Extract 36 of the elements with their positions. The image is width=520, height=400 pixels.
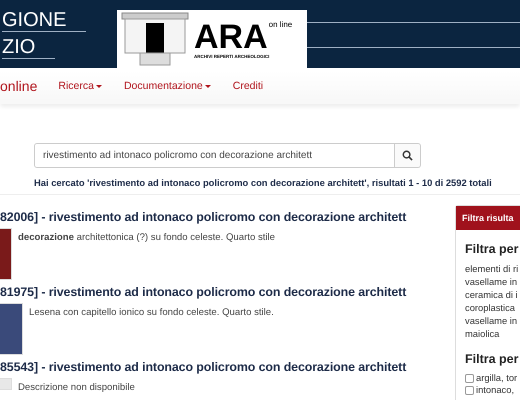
filter-link[interactable]: ceramica di i [465, 288, 518, 301]
result-description: Descrizione non disponibile [18, 382, 135, 393]
filter-link[interactable]: vasellame in [465, 314, 518, 327]
filter-heading: Filtra per [465, 352, 518, 366]
filter-option-label: intonaco, [476, 384, 514, 396]
filter-link[interactable]: elementi di ri [465, 262, 518, 275]
filter-link[interactable]: coroplastica [465, 301, 518, 314]
region-name: ZIO [2, 36, 56, 59]
logo-tagline: on line [268, 20, 292, 28]
filter-panel-title: Filtra risulta [456, 206, 520, 230]
filter-link[interactable]: vasellame in [465, 275, 518, 288]
filter-heading: Filtra per [465, 242, 518, 256]
caret-icon [204, 84, 211, 88]
filter-checkbox[interactable] [465, 386, 474, 394]
caret-icon [96, 84, 102, 88]
photo-placeholder[interactable] [0, 303, 23, 355]
search-field[interactable]: rivestimento ad intonaco policromo con decorazione architett [34, 143, 395, 168]
region-name: GIONE [2, 9, 86, 32]
search-icon [402, 150, 413, 161]
search-button[interactable] [395, 143, 421, 168]
logo-title: ARA [194, 20, 268, 54]
result-title-link[interactable]: 82006] - rivestimento ad intonaco policromo con decorazione architett [0, 209, 406, 225]
nav-link[interactable]: Documentazione [124, 80, 211, 92]
nav-link[interactable]: Crediti [232, 80, 264, 92]
result-title-link[interactable]: 81975] - rivestimento ad intonaco policromo con decorazione architett [0, 284, 406, 300]
search-summary: Hai cercato 'rivestimento ad intonaco policromo con decorazione architett', risultati 1 - 10 di 2592 totali [34, 177, 493, 188]
filter-option-label: argilla, tor [476, 372, 518, 384]
filter-link[interactable]: maiolica [465, 327, 518, 340]
brand-link[interactable]: online [0, 78, 38, 94]
result-description: Lesena con capitello ionico su fondo celeste. Quarto stile. [29, 307, 274, 318]
filter-checkbox[interactable] [465, 374, 474, 382]
result-title-link[interactable]: 85543] - rivestimento ad intonaco policromo con decorazione architett [0, 359, 406, 375]
photo-placeholder[interactable] [0, 228, 12, 280]
building-icon [120, 11, 190, 67]
nav-link[interactable]: Ricerca [58, 80, 102, 92]
result-description: decorazione architettonica (?) su fondo celeste. Quarto stile [18, 232, 276, 243]
